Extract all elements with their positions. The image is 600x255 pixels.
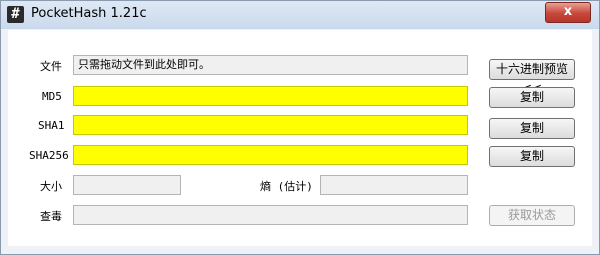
entropy-label: 熵 (估计): [260, 180, 313, 193]
window-title: PocketHash 1.21c: [31, 6, 147, 21]
copy-sha1-button[interactable]: 复制: [489, 118, 575, 139]
size-field[interactable]: [73, 175, 181, 195]
scan-label: 查毒: [40, 210, 62, 223]
sha1-field[interactable]: [73, 115, 468, 135]
file-drop-field[interactable]: 只需拖动文件到此处即可。: [73, 55, 468, 75]
sha1-label: SHA1: [38, 119, 65, 132]
title-bar[interactable]: # PocketHash 1.21c x: [1, 1, 599, 29]
hex-preview-button[interactable]: 十六进制预览<<: [489, 59, 575, 95]
md5-field[interactable]: [73, 86, 468, 106]
size-label: 大小: [40, 180, 62, 193]
entropy-field[interactable]: [320, 175, 468, 195]
copy-md5-button[interactable]: 复制: [489, 87, 575, 108]
pockethash-window: # PocketHash 1.21c x 文件 只需拖动文件到此处即可。 十六进…: [0, 0, 600, 255]
file-label: 文件: [40, 60, 62, 73]
md5-label: MD5: [42, 90, 62, 103]
hash-icon: #: [7, 6, 24, 23]
sha256-label: SHA256: [29, 149, 69, 162]
copy-sha256-button[interactable]: 复制: [489, 146, 575, 167]
main-panel: 文件 只需拖动文件到此处即可。 十六进制预览<< MD5 复制 SHA1 复制 …: [8, 30, 592, 246]
scan-field[interactable]: [73, 205, 468, 225]
get-status-button[interactable]: 获取状态: [489, 205, 575, 226]
sha256-field[interactable]: [73, 145, 468, 165]
close-button[interactable]: x: [545, 2, 591, 23]
